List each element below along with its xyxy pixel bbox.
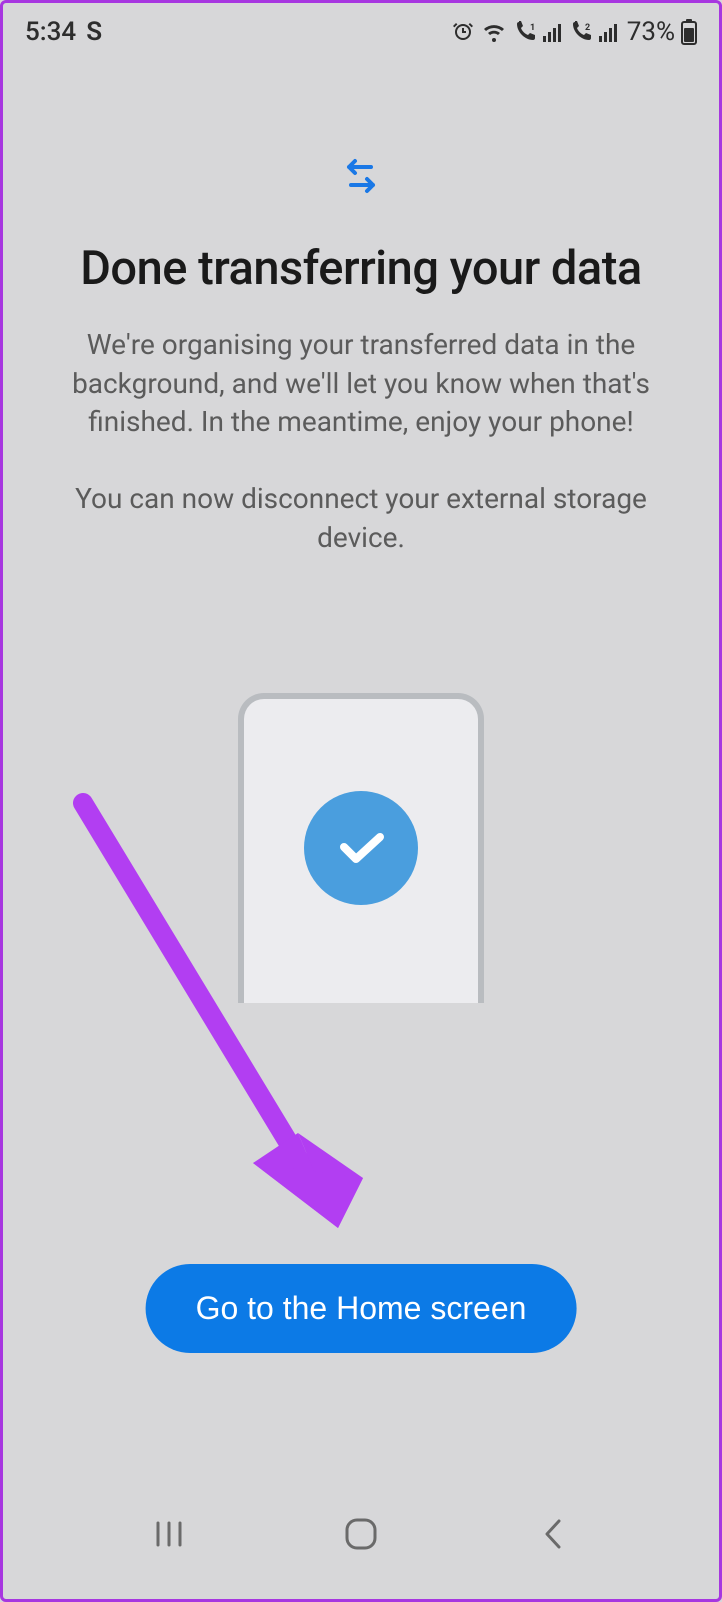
go-home-button[interactable]: Go to the Home screen (146, 1264, 577, 1353)
navigation-bar (3, 1489, 719, 1599)
sim2-call-icon: 2 (569, 20, 593, 44)
svg-text:1: 1 (530, 23, 535, 33)
svg-text:2: 2 (585, 23, 590, 33)
recents-button[interactable] (147, 1512, 191, 1556)
page-title: Done transferring your data (43, 241, 679, 296)
signal1-icon (543, 20, 563, 44)
description-primary: We're organising your transferred data i… (43, 326, 679, 442)
description-secondary: You can now disconnect your external sto… (43, 480, 679, 557)
back-button[interactable] (531, 1512, 575, 1556)
home-button[interactable] (339, 1512, 383, 1556)
checkmark-circle-icon (304, 791, 418, 905)
wifi-icon (481, 20, 507, 44)
status-left: 5:34 S (25, 17, 102, 47)
main-content: Done transferring your data We're organi… (3, 153, 719, 557)
phone-shell (238, 693, 484, 1003)
battery-percent: 73% (627, 17, 675, 47)
transfer-arrows-icon (337, 153, 385, 201)
status-right: 1 2 73% (451, 17, 697, 47)
signal2-icon (599, 20, 619, 44)
status-time: 5:34 (25, 17, 76, 47)
phone-illustration (238, 693, 484, 1003)
status-bar: 5:34 S 1 2 73% (3, 3, 719, 55)
alarm-icon (451, 20, 475, 44)
status-app-glyph: S (86, 17, 102, 47)
sim1-call-icon: 1 (513, 20, 537, 44)
battery-icon (681, 19, 697, 45)
